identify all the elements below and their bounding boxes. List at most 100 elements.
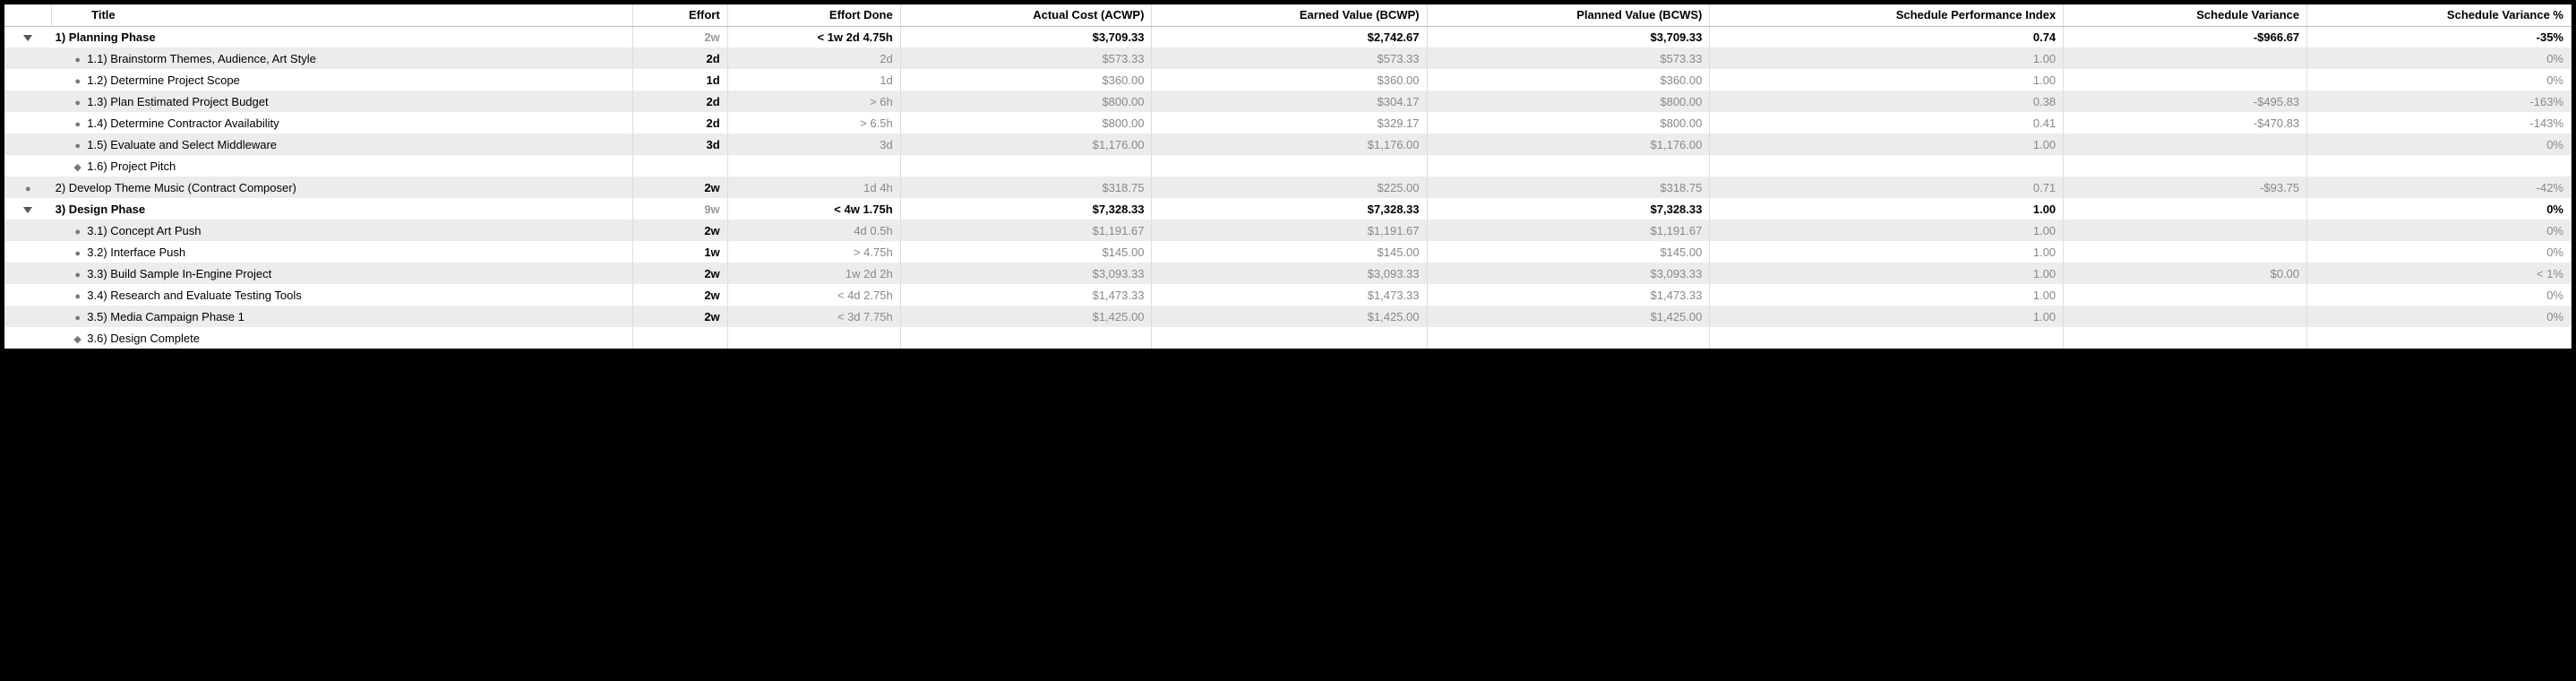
row-bcwp[interactable]: $225.00 bbox=[1152, 177, 1427, 198]
row-title-cell[interactable]: ● 3.1) Concept Art Push bbox=[52, 220, 633, 241]
row-effort[interactable]: 2w bbox=[633, 284, 727, 306]
table-row[interactable]: ●2) Develop Theme Music (Contract Compos… bbox=[4, 177, 2572, 198]
table-row[interactable]: 3) Design Phase9w< 4w 1.75h$7,328.33$7,3… bbox=[4, 198, 2572, 220]
header-effort[interactable]: Effort bbox=[633, 4, 727, 26]
table-row[interactable]: ● 1.3) Plan Estimated Project Budget2d> … bbox=[4, 91, 2572, 112]
row-bcwp[interactable]: $7,328.33 bbox=[1152, 198, 1427, 220]
row-effort[interactable]: 2d bbox=[633, 112, 727, 134]
row-acwp[interactable]: $1,473.33 bbox=[900, 284, 1152, 306]
row-spi[interactable] bbox=[1710, 155, 2064, 177]
row-title-cell[interactable]: ● 3.3) Build Sample In-Engine Project bbox=[52, 263, 633, 284]
table-row[interactable]: 1) Planning Phase2w< 1w 2d 4.75h$3,709.3… bbox=[4, 26, 2572, 47]
row-sv[interactable] bbox=[2064, 241, 2307, 263]
row-title-cell[interactable]: 3) Design Phase bbox=[52, 198, 633, 220]
row-bcwp[interactable]: $2,742.67 bbox=[1152, 26, 1427, 47]
row-svp[interactable]: 0% bbox=[2307, 220, 2572, 241]
row-svp[interactable]: -143% bbox=[2307, 112, 2572, 134]
row-spi[interactable]: 1.00 bbox=[1710, 134, 2064, 155]
row-spi[interactable]: 1.00 bbox=[1710, 284, 2064, 306]
row-acwp[interactable]: $318.75 bbox=[900, 177, 1152, 198]
row-effort[interactable] bbox=[633, 327, 727, 349]
header-acwp[interactable]: Actual Cost (ACWP) bbox=[900, 4, 1152, 26]
header-effort-done[interactable]: Effort Done bbox=[727, 4, 900, 26]
row-bcws[interactable] bbox=[1427, 327, 1710, 349]
row-sv[interactable]: -$93.75 bbox=[2064, 177, 2307, 198]
row-title-cell[interactable]: 2) Develop Theme Music (Contract Compose… bbox=[52, 177, 633, 198]
row-bcws[interactable]: $360.00 bbox=[1427, 69, 1710, 91]
row-effort[interactable]: 2w bbox=[633, 220, 727, 241]
row-bcwp[interactable]: $1,191.67 bbox=[1152, 220, 1427, 241]
row-title-cell[interactable]: ● 1.3) Plan Estimated Project Budget bbox=[52, 91, 633, 112]
table-row[interactable]: ● 1.2) Determine Project Scope1d1d$360.0… bbox=[4, 69, 2572, 91]
row-svp[interactable]: < 1% bbox=[2307, 263, 2572, 284]
row-acwp[interactable]: $7,328.33 bbox=[900, 198, 1152, 220]
row-bcws[interactable]: $3,709.33 bbox=[1427, 26, 1710, 47]
row-effort[interactable]: 2w bbox=[633, 306, 727, 327]
row-bcwp[interactable]: $573.33 bbox=[1152, 47, 1427, 69]
row-spi[interactable]: 0.71 bbox=[1710, 177, 2064, 198]
row-effort-done[interactable]: < 3d 7.75h bbox=[727, 306, 900, 327]
row-effort-done[interactable]: 4d 0.5h bbox=[727, 220, 900, 241]
row-spi[interactable]: 1.00 bbox=[1710, 241, 2064, 263]
table-row[interactable]: ● 1.1) Brainstorm Themes, Audience, Art … bbox=[4, 47, 2572, 69]
row-sv[interactable] bbox=[2064, 284, 2307, 306]
row-acwp[interactable]: $800.00 bbox=[900, 91, 1152, 112]
row-bcws[interactable]: $145.00 bbox=[1427, 241, 1710, 263]
row-sv[interactable] bbox=[2064, 69, 2307, 91]
row-effort-done[interactable]: 1d 4h bbox=[727, 177, 900, 198]
header-marker[interactable] bbox=[4, 4, 52, 26]
row-effort-done[interactable]: < 4w 1.75h bbox=[727, 198, 900, 220]
row-acwp[interactable]: $1,191.67 bbox=[900, 220, 1152, 241]
row-bcws[interactable]: $7,328.33 bbox=[1427, 198, 1710, 220]
row-bcws[interactable]: $3,093.33 bbox=[1427, 263, 1710, 284]
row-sv[interactable]: $0.00 bbox=[2064, 263, 2307, 284]
row-bcws[interactable]: $800.00 bbox=[1427, 112, 1710, 134]
row-title-cell[interactable]: ● 3.5) Media Campaign Phase 1 bbox=[52, 306, 633, 327]
row-sv[interactable] bbox=[2064, 220, 2307, 241]
row-bcws[interactable]: $1,176.00 bbox=[1427, 134, 1710, 155]
row-effort[interactable]: 2w bbox=[633, 263, 727, 284]
disclosure-triangle-icon[interactable] bbox=[23, 207, 32, 213]
row-title-cell[interactable]: ● 1.1) Brainstorm Themes, Audience, Art … bbox=[52, 47, 633, 69]
row-spi[interactable]: 1.00 bbox=[1710, 306, 2064, 327]
table-row[interactable]: ● 3.1) Concept Art Push2w4d 0.5h$1,191.6… bbox=[4, 220, 2572, 241]
table-row[interactable]: ● 1.4) Determine Contractor Availability… bbox=[4, 112, 2572, 134]
row-acwp[interactable]: $3,093.33 bbox=[900, 263, 1152, 284]
row-sv[interactable]: -$470.83 bbox=[2064, 112, 2307, 134]
row-bcws[interactable]: $573.33 bbox=[1427, 47, 1710, 69]
row-effort-done[interactable]: > 6.5h bbox=[727, 112, 900, 134]
row-acwp[interactable]: $360.00 bbox=[900, 69, 1152, 91]
row-sv[interactable] bbox=[2064, 198, 2307, 220]
row-spi[interactable]: 1.00 bbox=[1710, 263, 2064, 284]
row-bcws[interactable]: $1,191.67 bbox=[1427, 220, 1710, 241]
row-svp[interactable]: -163% bbox=[2307, 91, 2572, 112]
row-bcwp[interactable] bbox=[1152, 327, 1427, 349]
row-sv[interactable]: -$495.83 bbox=[2064, 91, 2307, 112]
row-svp[interactable]: 0% bbox=[2307, 198, 2572, 220]
row-effort[interactable]: 2d bbox=[633, 47, 727, 69]
row-effort[interactable]: 2d bbox=[633, 91, 727, 112]
row-acwp[interactable]: $800.00 bbox=[900, 112, 1152, 134]
row-title-cell[interactable]: ◆ 3.6) Design Complete bbox=[52, 327, 633, 349]
row-bcwp[interactable]: $1,176.00 bbox=[1152, 134, 1427, 155]
row-title-cell[interactable]: ● 1.5) Evaluate and Select Middleware bbox=[52, 134, 633, 155]
row-acwp[interactable] bbox=[900, 155, 1152, 177]
row-effort-done[interactable]: < 4d 2.75h bbox=[727, 284, 900, 306]
row-spi[interactable]: 0.38 bbox=[1710, 91, 2064, 112]
row-svp[interactable]: -35% bbox=[2307, 26, 2572, 47]
row-effort-done[interactable]: 2d bbox=[727, 47, 900, 69]
table-row[interactable]: ● 3.3) Build Sample In-Engine Project2w 1… bbox=[4, 263, 2572, 284]
row-title-cell[interactable]: 1) Planning Phase bbox=[52, 26, 633, 47]
row-svp[interactable]: 0% bbox=[2307, 306, 2572, 327]
row-sv[interactable]: -$966.67 bbox=[2064, 26, 2307, 47]
row-title-cell[interactable]: ◆ 1.6) Project Pitch bbox=[52, 155, 633, 177]
row-title-cell[interactable]: ● 3.2) Interface Push bbox=[52, 241, 633, 263]
row-effort[interactable] bbox=[633, 155, 727, 177]
header-spi[interactable]: Schedule Performance Index bbox=[1710, 4, 2064, 26]
row-bcwp[interactable]: $1,473.33 bbox=[1152, 284, 1427, 306]
row-svp[interactable]: -42% bbox=[2307, 177, 2572, 198]
row-svp[interactable]: 0% bbox=[2307, 47, 2572, 69]
row-sv[interactable] bbox=[2064, 155, 2307, 177]
row-effort[interactable]: 1w bbox=[633, 241, 727, 263]
row-title-cell[interactable]: ● 1.2) Determine Project Scope bbox=[52, 69, 633, 91]
